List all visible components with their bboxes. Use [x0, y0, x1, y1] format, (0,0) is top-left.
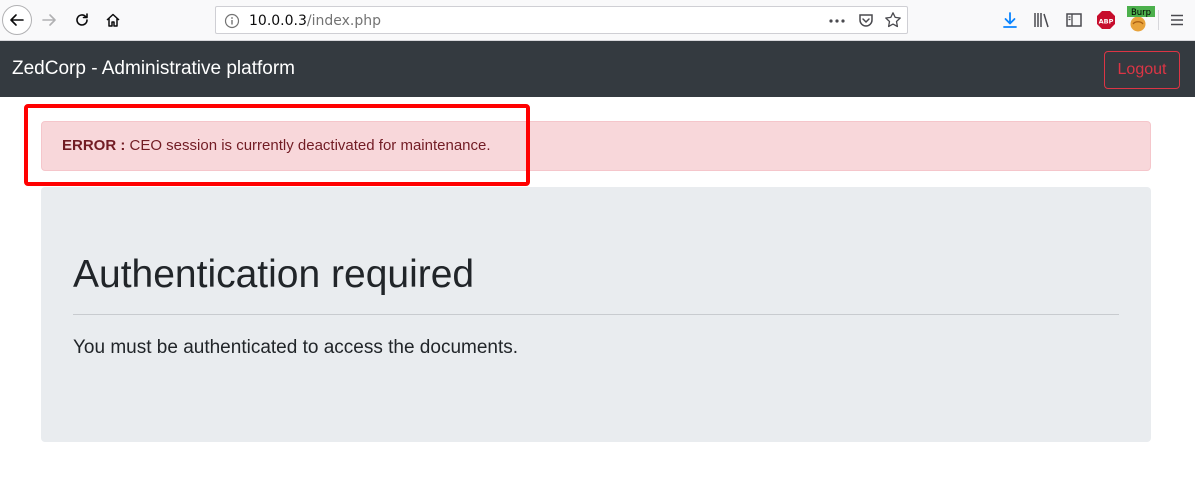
reload-button[interactable]: [68, 6, 96, 34]
url-text[interactable]: 10.0.0.3/index.php: [249, 13, 381, 29]
page-title: Authentication required: [73, 253, 475, 296]
auth-panel: Authentication required You must be auth…: [41, 187, 1151, 442]
menu-button[interactable]: [1167, 10, 1187, 30]
forward-button[interactable]: [35, 6, 63, 34]
url-host: 10.0.0.3: [249, 13, 307, 29]
home-icon: [106, 13, 120, 27]
download-icon: [1003, 12, 1017, 28]
pocket-icon[interactable]: [857, 12, 875, 30]
burp-extension-icon: Burp: [1127, 6, 1155, 32]
adblock-plus-icon: ABP: [1097, 11, 1115, 29]
auth-message: You must be authenticated to access the …: [73, 337, 519, 358]
alert-message: CEO session is currently deactivated for…: [125, 137, 491, 154]
info-icon[interactable]: [224, 13, 240, 29]
arrow-left-icon: [10, 14, 24, 26]
adblock-button[interactable]: ABP: [1096, 10, 1116, 30]
back-button[interactable]: [2, 5, 32, 35]
arrow-right-icon: [42, 14, 56, 26]
divider: [73, 314, 1119, 315]
burp-label: Burp: [1131, 8, 1151, 18]
library-icon: [1034, 13, 1049, 28]
app-navbar: ZedCorp - Administrative platform Logout: [0, 41, 1195, 97]
error-alert: ERROR : CEO session is currently deactiv…: [41, 121, 1151, 171]
toolbar-separator: [1158, 10, 1159, 30]
browser-toolbar: 10.0.0.3/index.php ABP Burp: [0, 0, 1195, 41]
logout-button[interactable]: Logout: [1104, 51, 1180, 89]
reload-icon: [76, 13, 88, 26]
burp-proxy-button[interactable]: Burp: [1126, 6, 1156, 34]
home-button[interactable]: [99, 6, 127, 34]
brand-title[interactable]: ZedCorp - Administrative platform: [12, 58, 295, 80]
sidebar-icon: [1066, 13, 1082, 27]
hamburger-menu-icon: [1171, 14, 1183, 26]
bookmark-star-icon[interactable]: [884, 11, 902, 29]
url-path: /index.php: [306, 13, 382, 29]
downloads-button[interactable]: [1000, 10, 1020, 30]
sidebar-button[interactable]: [1064, 10, 1084, 30]
abp-label: ABP: [1099, 17, 1114, 25]
url-bar[interactable]: 10.0.0.3/index.php: [215, 6, 908, 34]
page-actions-icon[interactable]: [828, 13, 846, 29]
library-button[interactable]: [1032, 10, 1052, 30]
alert-prefix: ERROR :: [62, 137, 126, 154]
